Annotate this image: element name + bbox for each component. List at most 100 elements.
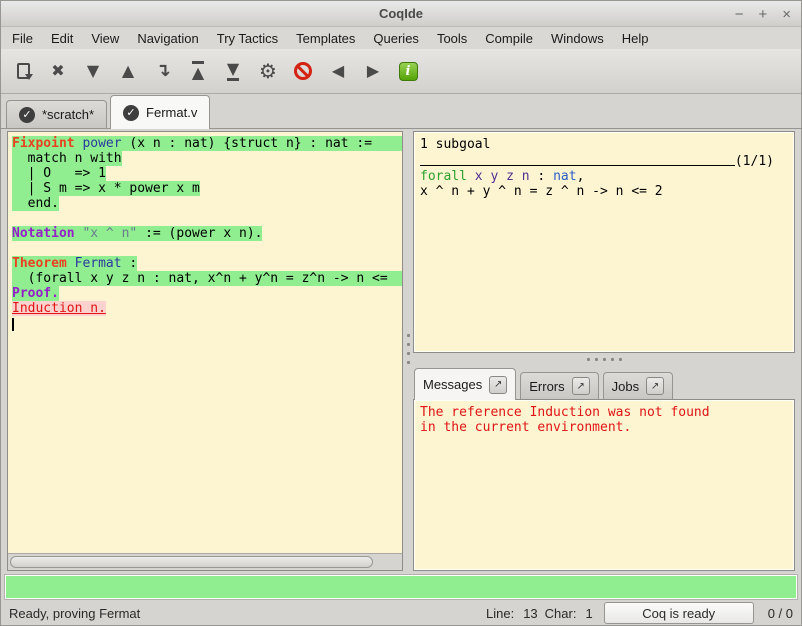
tab-messages[interactable]: Messages ↗ (414, 368, 516, 400)
detach-button[interactable]: ↗ (646, 377, 664, 395)
vertical-splitter[interactable] (403, 129, 413, 569)
menu-item-file[interactable]: File (3, 29, 42, 48)
tab-label: *scratch* (42, 107, 94, 122)
step-backward-icon: ▲ (122, 63, 134, 79)
detach-button[interactable]: ↗ (572, 377, 590, 395)
goal-statement: forall x y z n : nat,x ^ n + y ^ n = z ^… (420, 169, 788, 199)
code-line: Induction n. (12, 301, 402, 316)
script-editor[interactable]: Fixpoint power (x n : nat) {struct n} : … (8, 132, 402, 553)
menu-item-windows[interactable]: Windows (542, 29, 613, 48)
document-tabbar: ✓ *scratch* ✓ Fermat.v (1, 94, 801, 129)
code-line (12, 316, 402, 331)
restart-button[interactable]: ▲ (184, 54, 212, 88)
code-line: Fixpoint power (x n : nat) {struct n} : … (12, 136, 402, 151)
close-buffer-button[interactable]: ✖ (44, 54, 72, 88)
splitter-dot (407, 352, 410, 355)
status-message: Ready, proving Fermat (9, 606, 140, 621)
go-to-cursor-icon: ↴ (155, 62, 170, 80)
go-to-cursor-button[interactable]: ↴ (149, 54, 177, 88)
go-to-end-button[interactable]: ▼ (219, 54, 247, 88)
step-backward-button[interactable]: ▲ (114, 54, 142, 88)
code-line: Proof. (12, 286, 402, 301)
window-title: CoqIde (379, 6, 423, 21)
tab-label: Errors (529, 379, 564, 394)
restart-icon: ▲ (192, 61, 204, 81)
menu-item-templates[interactable]: Templates (287, 29, 364, 48)
previous-occurrence-icon: ◀ (332, 63, 344, 79)
splitter-dot (407, 343, 410, 346)
menu-item-tools[interactable]: Tools (428, 29, 476, 48)
code-line: end. (12, 196, 402, 211)
menu-item-navigation[interactable]: Navigation (128, 29, 207, 48)
splitter-dot (407, 361, 410, 364)
progress-bar (5, 575, 797, 599)
save-icon (17, 63, 30, 79)
menu-item-edit[interactable]: Edit (42, 29, 82, 48)
code-line: | O => 1 (12, 166, 402, 181)
message-tabbar: Messages ↗ Errors ↗ Jobs ↗ (413, 366, 795, 399)
line-value: 13 (523, 606, 537, 621)
messages-pane[interactable]: The reference Induction was not foundin … (413, 399, 795, 571)
step-forward-icon: ▼ (87, 63, 99, 79)
error-message-line: in the current environment. (420, 420, 788, 435)
goal-separator-line (420, 165, 735, 166)
scrollbar-thumb[interactable] (10, 556, 373, 568)
tab-errors[interactable]: Errors ↗ (520, 372, 598, 399)
detach-button[interactable]: ↗ (489, 376, 507, 394)
coq-status-button[interactable]: Coq is ready (604, 602, 754, 624)
subgoal-count: 1 subgoal (420, 137, 788, 152)
code-line: x ^ n + y ^ n = z ^ n -> n <= 2 (420, 184, 788, 199)
progress-row (1, 573, 801, 601)
code-line: match n with (12, 151, 402, 166)
about-button[interactable]: i (394, 54, 422, 88)
maximize-window-icon[interactable]: + (758, 7, 767, 22)
titlebar[interactable]: CoqIde −+ × (1, 1, 801, 27)
menu-item-queries[interactable]: Queries (364, 29, 428, 48)
tab-fermat-v[interactable]: ✓ Fermat.v (110, 95, 210, 129)
close-buffer-icon: ✖ (51, 63, 64, 79)
menu-item-help[interactable]: Help (613, 29, 658, 48)
tab-label: Messages (423, 377, 482, 392)
toolbar: ✖ ▼ ▲ ↴ ▲ ▼ ⚙ ◀ ▶ i (1, 49, 801, 94)
menu-item-view[interactable]: View (82, 29, 128, 48)
splitter-dot (587, 358, 590, 361)
save-button[interactable] (9, 54, 37, 88)
tab-label: Fermat.v (146, 105, 197, 120)
window-controls: −+ × (735, 1, 791, 27)
coqide-window: CoqIde −+ × FileEditViewNavigationTry Tac… (0, 0, 802, 626)
line-label: Line: (486, 606, 514, 621)
tab-jobs[interactable]: Jobs ↗ (603, 372, 673, 399)
code-line: Notation "x ^ n" := (power x n). (12, 226, 402, 241)
next-occurrence-icon: ▶ (367, 63, 379, 79)
preferences-icon: ⚙ (259, 61, 277, 81)
goal-separator: (1/1) (420, 154, 788, 169)
code-line: forall x y z n : nat, (420, 169, 788, 184)
menu-item-compile[interactable]: Compile (476, 29, 542, 48)
right-column: 1 subgoal (1/1) forall x y z n : nat,x ^… (413, 131, 795, 571)
error-message-line: The reference Induction was not found (420, 405, 788, 420)
tab-label: Jobs (612, 379, 639, 394)
code-line: (forall x y z n : nat, x^n + y^n = z^n -… (12, 271, 402, 286)
horizontal-scrollbar[interactable] (8, 553, 402, 570)
splitter-dot (407, 334, 410, 337)
minimize-window-icon[interactable]: − (735, 7, 744, 22)
step-forward-button[interactable]: ▼ (79, 54, 107, 88)
char-value: 1 (585, 606, 592, 621)
splitter-dot (619, 358, 622, 361)
preferences-button[interactable]: ⚙ (254, 54, 282, 88)
close-window-icon[interactable]: × (782, 7, 791, 22)
check-circle-icon: ✓ (123, 105, 139, 121)
menu-item-try-tactics[interactable]: Try Tactics (208, 29, 287, 48)
next-occurrence-button[interactable]: ▶ (359, 54, 387, 88)
check-circle-icon: ✓ (19, 107, 35, 123)
previous-occurrence-button[interactable]: ◀ (324, 54, 352, 88)
tab--scratch-[interactable]: ✓ *scratch* (6, 100, 107, 128)
interrupt-icon (294, 62, 312, 80)
goals-pane[interactable]: 1 subgoal (1/1) forall x y z n : nat,x ^… (413, 131, 795, 353)
text-caret (12, 318, 14, 331)
splitter-dot (595, 358, 598, 361)
coq-status-text: Coq is ready (642, 606, 715, 621)
interrupt-button[interactable] (289, 54, 317, 88)
main-area: Fixpoint power (x n : nat) {struct n} : … (1, 129, 801, 573)
horizontal-splitter[interactable] (413, 353, 795, 366)
